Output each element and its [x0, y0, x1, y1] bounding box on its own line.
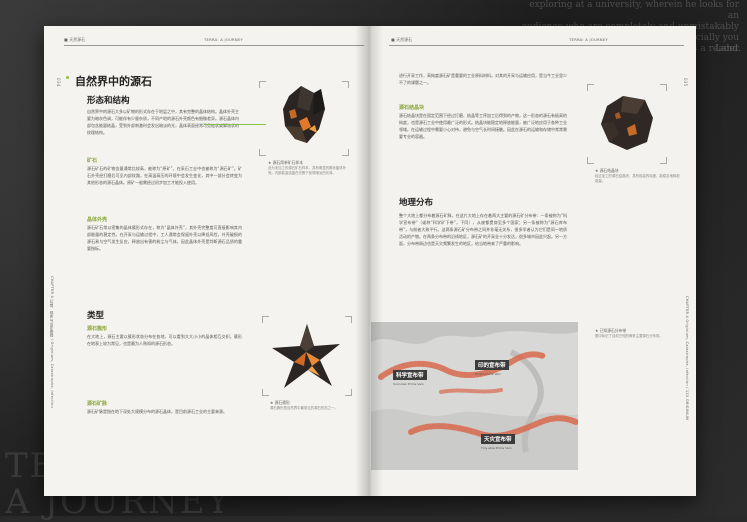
map-label-vein-2: 印的宣布带	[475, 360, 509, 370]
ore-caption: ★ 源石简单矿石样本 此为未加工的源石矿石样本，具有明显的簇状晶体外壳。内部能量…	[268, 160, 346, 176]
map-sublabel-vein-1: Unknown Prime Vein	[393, 382, 424, 386]
left-page-number: 034	[56, 78, 61, 87]
subheading-cluster: 源石簇形	[87, 326, 108, 332]
subheading-crystal-shell: 晶体外壳	[87, 217, 108, 223]
crystal-block-caption-title: ★ 源石结晶块	[595, 168, 619, 173]
paragraph-top: 进行开采工作，高纯度源石矿是重要的工业原料材料。对其的开采与运输应用，是当今工业…	[399, 73, 567, 85]
map-caption-text: 图中标记了目前已知的两条主要源石分布带。	[595, 334, 663, 338]
paragraph-form: 自然界中的源石大多以矿物的形式存在于地层之中，其有完整的晶体结构。晶体外壳主要为…	[87, 109, 239, 135]
left-runhead: ■ 天然源石	[64, 37, 86, 42]
distribution-map: 科学宣布带 Unknown Prime Vein 印的宣布带 Bright Pr…	[371, 322, 578, 470]
paragraph-vein: 源石矿脉是指在地下深处大规模分布的源石晶体，是目前源石工业的主要来源。	[87, 409, 227, 414]
subheading-ore: 矿石	[87, 158, 98, 164]
background-text-land: Land.	[715, 44, 741, 54]
crystal-block-figure-frame	[587, 84, 667, 164]
left-page: ■ 天然源石 TERRA: A JOURNEY 034 CHAPTER 4 幻想…	[44, 26, 369, 496]
paragraph-distribution: 整个大地上都分布着源石矿脉，在这片大地上存在着两大主要的源石矿分布带：一条被称为…	[399, 213, 567, 246]
page-title: 自然界中的源石	[75, 75, 152, 88]
callout-line	[204, 124, 266, 125]
right-chapter-tab: CHAPTER 4 Originium, Catastrophe, Infect…	[685, 296, 689, 421]
section-title-types: 类型	[87, 311, 105, 321]
right-header-rule	[389, 45, 684, 46]
right-runhead: ■ 天然源石	[391, 37, 413, 42]
left-header-rule	[64, 45, 364, 46]
left-runhead-en: TERRA: A JOURNEY	[204, 37, 243, 42]
section-title-distribution: 地理分布	[399, 198, 434, 208]
ore-caption-title: ★ 源石简单矿石样本	[268, 160, 303, 165]
map-label-vein-3: 天灾宣布带	[481, 434, 515, 444]
right-runhead-en: TERRA: A JOURNEY	[569, 37, 608, 42]
paragraph-crystal-block: 源石结晶块是在国定范围下经过打磨、结晶等工序加工后得到的产物，这一形态的源石有极…	[399, 113, 567, 139]
open-book: ■ 天然源石 TERRA: A JOURNEY 034 CHAPTER 4 幻想…	[44, 26, 696, 496]
map-label-vein-1: 科学宣布带	[393, 370, 427, 380]
cluster-caption-text: 源石簇形是自然界中最常见的源石形态之一。	[270, 406, 338, 410]
title-bullet	[66, 76, 69, 79]
cluster-caption: ★ 源石簇形 源石簇形是自然界中最常见的源石形态之一。	[270, 400, 350, 411]
cluster-figure-frame	[262, 316, 352, 396]
cluster-caption-title: ★ 源石簇形	[270, 400, 290, 405]
ore-figure-frame	[259, 81, 349, 156]
right-page-number: 035	[683, 78, 688, 87]
map-caption: ★ 已知源石分布带 图中标记了目前已知的两条主要源石分布带。	[595, 328, 681, 339]
ore-caption-text: 此为未加工的源石矿石样本，具有明显的簇状晶体外壳。内部能量结晶在光照下呈现暗淡的…	[268, 166, 346, 175]
crystal-block-caption: ★ 源石结晶块 经过加工的源石结晶块，具有极高的纯度，能稳定地释放能量。	[595, 168, 681, 184]
subheading-vein: 源石矿脉	[87, 401, 108, 407]
cluster-image	[272, 324, 340, 388]
map-sublabel-vein-3: Tiny-able Prime Vein	[481, 446, 512, 450]
section-title-form: 形态和结构	[87, 96, 130, 106]
paragraph-cluster: 在大地上，源石主要以簇形状态分布在各地，可以看到大大小小的晶体相互交织。簇形在地…	[87, 334, 242, 346]
paragraph-crystal-shell: 源石矿石常以密集的晶体簇形式存在，称为“晶体外壳”，其外壳完整度可直接影响其内部…	[87, 225, 242, 251]
crystal-block-caption-text: 经过加工的源石结晶块，具有极高的纯度，能稳定地释放能量。	[595, 174, 680, 183]
paragraph-ore: 源石矿石的矿物含量通常比较高，被称为“原矿”，在采石工业中也被称为“源石矿”。矿…	[87, 166, 242, 185]
crystal-block-image	[601, 96, 653, 150]
map-terrain	[371, 322, 578, 470]
ore-sample-image	[283, 86, 325, 143]
subheading-crystal-block: 源石结晶块	[399, 105, 425, 111]
left-chapter-tab: CHAPTER 4 幻想、现实与设定基础 / Originium, Catast…	[50, 276, 54, 408]
map-caption-title: ★ 已知源石分布带	[595, 328, 627, 333]
map-sublabel-vein-2: Bright Prime Vein	[475, 372, 502, 376]
